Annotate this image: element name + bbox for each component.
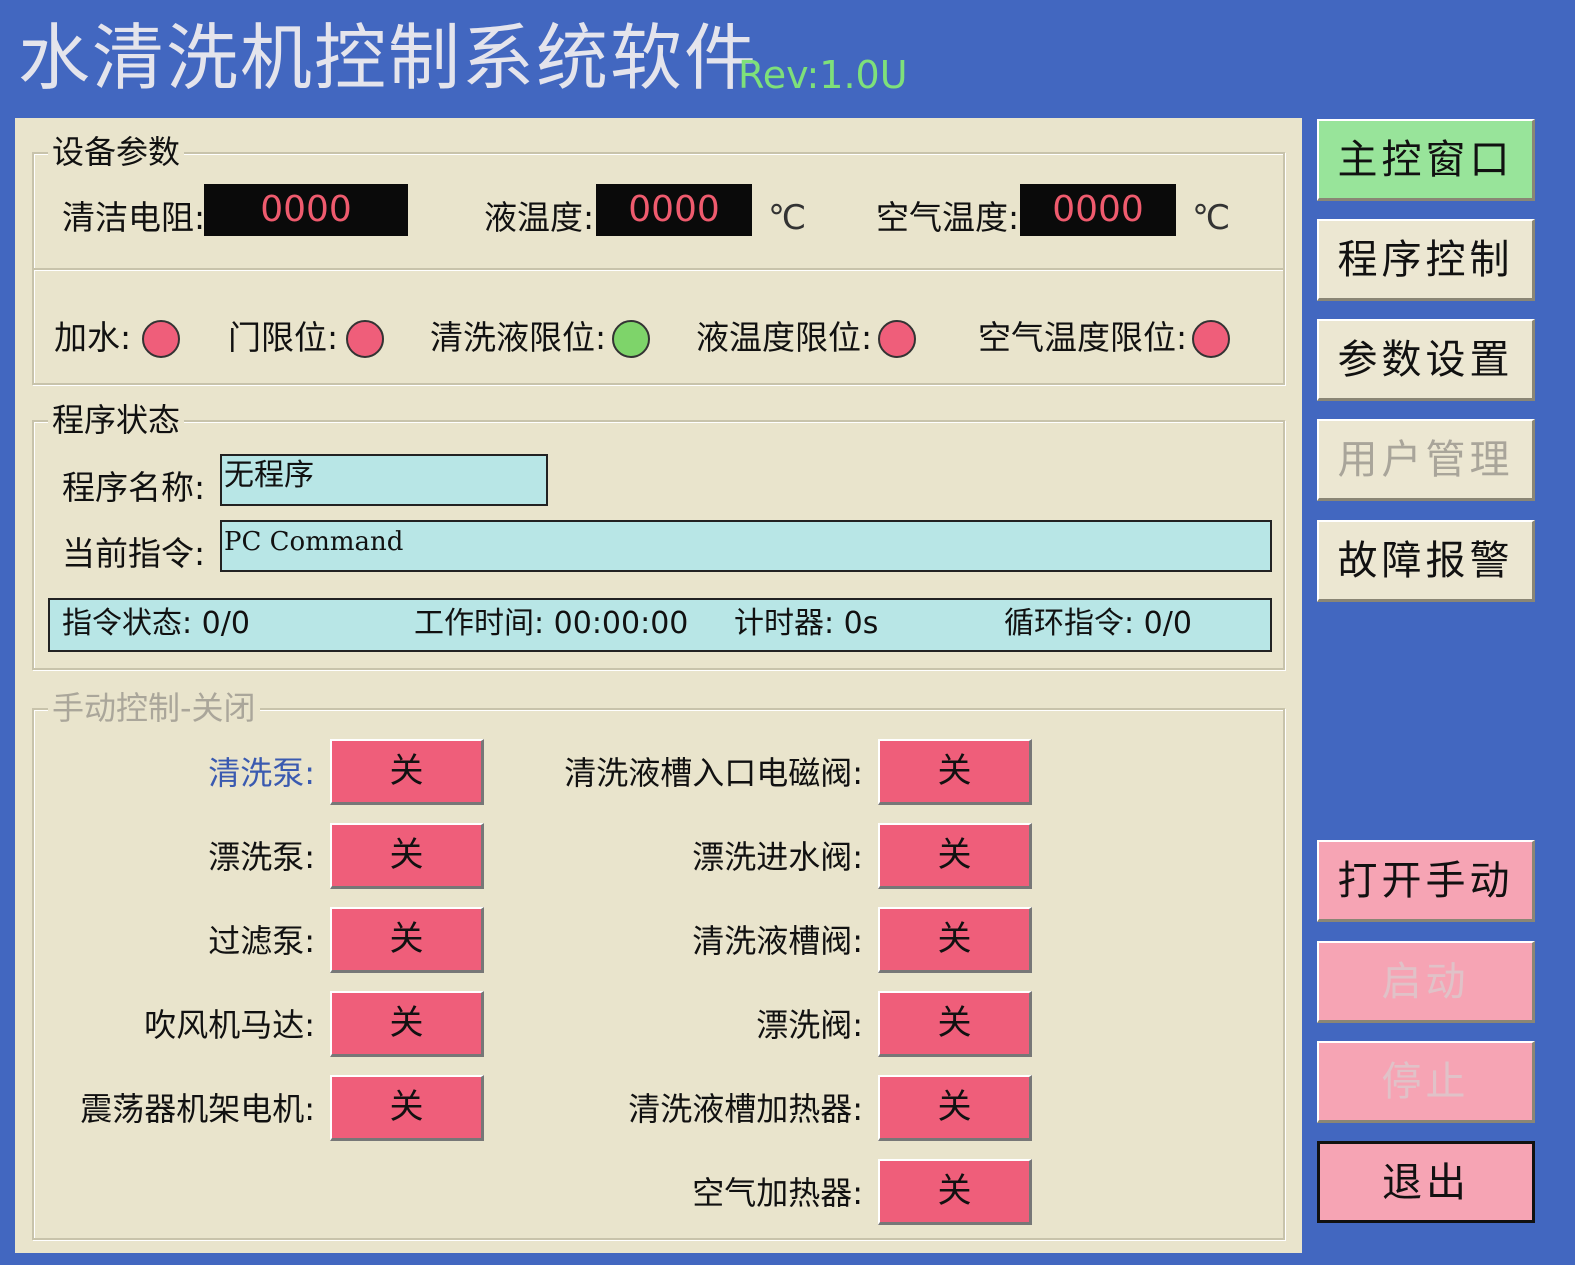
timer: 计时器: 0s <box>734 606 879 641</box>
program-name-field: 无程序 <box>220 454 548 506</box>
rinse-pump-button[interactable]: 关 <box>330 823 484 889</box>
liquid-temp-label: 液温度: <box>484 198 595 237</box>
air-temp-label: 空气温度: <box>876 198 1020 237</box>
oscillator-motor-button[interactable]: 关 <box>330 1075 484 1141</box>
tank-valve-button[interactable]: 关 <box>878 907 1032 973</box>
liquid-temp-display: 0000 <box>596 184 752 236</box>
cleaning-liquid-limit-led <box>612 320 650 358</box>
exit-button[interactable]: 退出 <box>1317 1141 1535 1223</box>
cleaning-pump-label: 清洗泵: <box>208 754 315 792</box>
work-time: 工作时间: 00:00:00 <box>414 606 689 641</box>
rinse-valve-label: 漂洗阀: <box>756 1006 863 1044</box>
device-params-legend: 设备参数 <box>48 132 185 172</box>
revision-label: Rev:1.0U <box>738 53 908 97</box>
program-status-legend: 程序状态 <box>48 400 185 440</box>
open-manual-button[interactable]: 打开手动 <box>1317 840 1535 922</box>
current-command-field: PC Command <box>220 520 1272 572</box>
air-temp-display: 0000 <box>1020 184 1176 236</box>
device-params-group: 设备参数 清洁电阻: 0000 液温度: 0000 ℃ 空气温度: 0000 ℃… <box>32 132 1285 385</box>
program-control-button[interactable]: 程序控制 <box>1317 219 1535 301</box>
current-command-label: 当前指令: <box>62 534 206 573</box>
tank-inlet-valve-button[interactable]: 关 <box>878 739 1032 805</box>
program-name-label: 程序名称: <box>62 468 206 507</box>
rinse-inlet-valve-label: 漂洗进水阀: <box>692 838 863 876</box>
liquid-temp-limit-label: 液温度限位: <box>696 318 873 357</box>
cleaning-liquid-limit-label: 清洗液限位: <box>430 318 607 357</box>
tank-inlet-valve-label: 清洗液槽入口电磁阀: <box>564 754 863 792</box>
filter-pump-button[interactable]: 关 <box>330 907 484 973</box>
door-limit-led <box>346 320 384 358</box>
manual-control-legend: 手动控制-关闭 <box>48 688 260 728</box>
water-indicator-led <box>142 320 180 358</box>
water-indicator-label: 加水: <box>54 318 132 357</box>
params-divider <box>34 268 1283 270</box>
rinse-valve-button[interactable]: 关 <box>878 991 1032 1057</box>
fault-alarm-button[interactable]: 故障报警 <box>1317 520 1535 602</box>
rinse-pump-label: 漂洗泵: <box>208 838 315 876</box>
air-temp-unit: ℃ <box>1192 198 1231 238</box>
air-temp-limit-led <box>1192 320 1230 358</box>
air-heater-button[interactable]: 关 <box>878 1159 1032 1225</box>
start-button[interactable]: 启动 <box>1317 941 1535 1023</box>
main-panel: 设备参数 清洁电阻: 0000 液温度: 0000 ℃ 空气温度: 0000 ℃… <box>15 118 1302 1253</box>
stop-button[interactable]: 停止 <box>1317 1041 1535 1123</box>
liquid-temp-limit-led <box>878 320 916 358</box>
param-settings-button[interactable]: 参数设置 <box>1317 319 1535 401</box>
resistance-display: 0000 <box>204 184 408 236</box>
main-window-button[interactable]: 主控窗口 <box>1317 119 1535 201</box>
cleaning-pump-button[interactable]: 关 <box>330 739 484 805</box>
air-temp-limit-label: 空气温度限位: <box>978 318 1188 357</box>
app-title: 水清洗机控制系统软件 <box>18 16 759 100</box>
door-limit-label: 门限位: <box>228 318 339 357</box>
filter-pump-label: 过滤泵: <box>208 922 315 960</box>
status-bar: 指令状态: 0/0 工作时间: 00:00:00 计时器: 0s 循环指令: 0… <box>48 598 1272 652</box>
resistance-label: 清洁电阻: <box>62 198 206 237</box>
loop-command: 循环指令: 0/0 <box>1004 606 1192 641</box>
oscillator-motor-label: 震荡器机架电机: <box>80 1090 315 1128</box>
command-status: 指令状态: 0/0 <box>62 606 250 641</box>
rinse-inlet-valve-button[interactable]: 关 <box>878 823 1032 889</box>
user-management-button[interactable]: 用户管理 <box>1317 419 1535 501</box>
blower-motor-label: 吹风机马达: <box>144 1006 315 1044</box>
tank-heater-button[interactable]: 关 <box>878 1075 1032 1141</box>
air-heater-label: 空气加热器: <box>692 1174 863 1212</box>
program-status-group: 程序状态 程序名称: 无程序 当前指令: PC Command 指令状态: 0/… <box>32 400 1285 670</box>
tank-valve-label: 清洗液槽阀: <box>692 922 863 960</box>
blower-motor-button[interactable]: 关 <box>330 991 484 1057</box>
tank-heater-label: 清洗液槽加热器: <box>628 1090 863 1128</box>
liquid-temp-unit: ℃ <box>768 198 807 238</box>
